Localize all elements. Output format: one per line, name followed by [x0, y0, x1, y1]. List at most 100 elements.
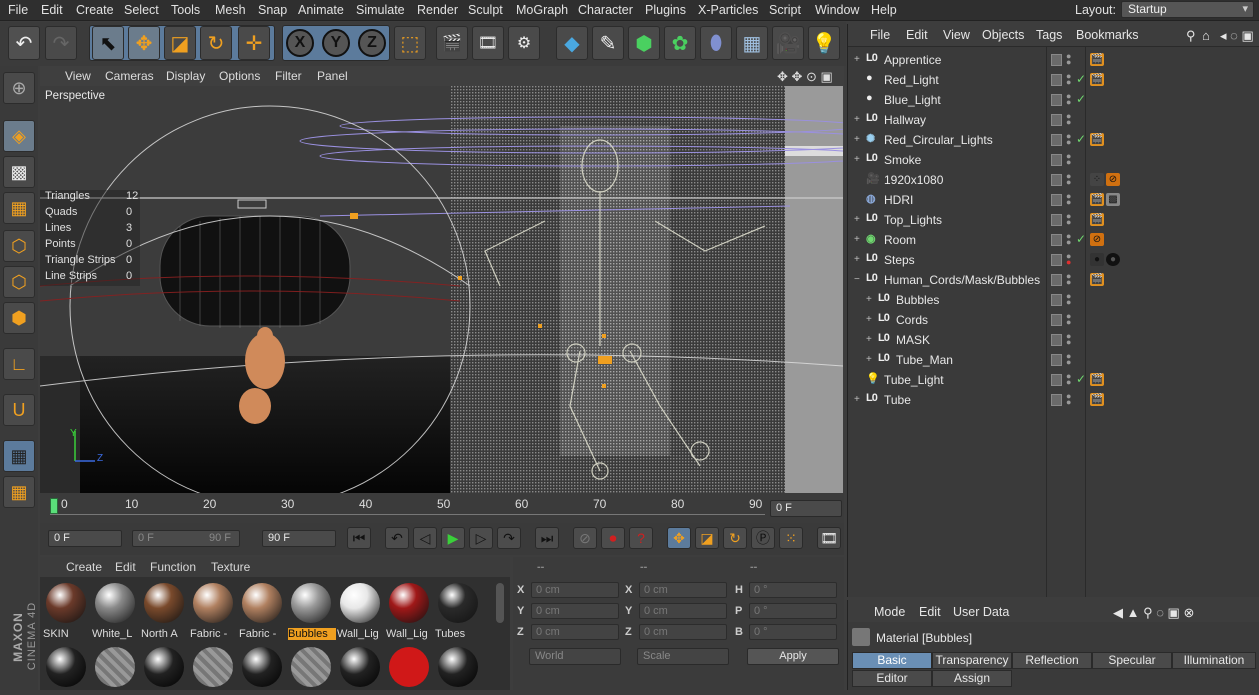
- coord-field[interactable]: 0 cm: [639, 582, 727, 598]
- autokeying-button[interactable]: ⏺: [601, 527, 625, 549]
- start-frame-field[interactable]: 0 F: [48, 530, 122, 547]
- display-tag-icon[interactable]: ⊘: [1106, 173, 1120, 186]
- viewport-menu-filter[interactable]: Filter: [275, 69, 302, 83]
- coord-field[interactable]: 0 cm: [639, 624, 727, 640]
- size-mode-select[interactable]: Scale: [637, 648, 729, 665]
- menu-mograph[interactable]: MoGraph: [516, 3, 568, 17]
- object-row[interactable]: + L0 Tube_Man ● ●: [848, 350, 1259, 370]
- x-axis-button[interactable]: X: [286, 29, 314, 57]
- layer-toggle-icon[interactable]: [1051, 74, 1062, 86]
- object-row[interactable]: ◍ HDRI ● ● 🎬 ▩: [848, 190, 1259, 210]
- object-row[interactable]: + ✺ Red_Circular_Lights ● ● ✓ 🎬: [848, 130, 1259, 150]
- layer-toggle-icon[interactable]: [1051, 54, 1062, 66]
- visibility-dots-icon[interactable]: ● ●: [1066, 92, 1071, 107]
- go-to-start-button[interactable]: ⏮: [347, 527, 371, 549]
- menu-animate[interactable]: Animate: [298, 3, 344, 17]
- enabled-check-icon[interactable]: ✓: [1076, 132, 1086, 146]
- object-row[interactable]: + ◉ Room ● ● ✓ ⊘: [848, 230, 1259, 250]
- coord-field[interactable]: 0 cm: [531, 603, 619, 619]
- render-to-picture-viewer-button[interactable]: 🎞: [472, 26, 504, 60]
- cloner-button[interactable]: ✿: [664, 26, 696, 60]
- perspective-viewport[interactable]: Y Z Perspective Triangles 12 Quads 0 Lin…: [40, 86, 843, 493]
- attr-menu-user-data[interactable]: User Data: [953, 605, 1009, 619]
- expand-toggle-icon[interactable]: −: [854, 274, 864, 285]
- material-swatch[interactable]: White_L: [92, 581, 138, 640]
- obj-menu-view[interactable]: View: [943, 28, 970, 42]
- coord-field[interactable]: 0 cm: [531, 624, 619, 640]
- visibility-dots-icon[interactable]: ● ●: [1066, 232, 1071, 247]
- layer-toggle-icon[interactable]: [1051, 154, 1062, 166]
- end-frame-field[interactable]: 90 F: [262, 530, 336, 547]
- model-mode-button[interactable]: ◈: [3, 120, 35, 152]
- visibility-dots-icon[interactable]: ● ●: [1066, 332, 1071, 347]
- visibility-dots-icon[interactable]: ● ●: [1066, 132, 1071, 147]
- object-row[interactable]: ● Red_Light ● ● ✓ 🎬: [848, 70, 1259, 90]
- layer-toggle-icon[interactable]: [1051, 114, 1062, 126]
- layer-toggle-icon[interactable]: [1051, 234, 1062, 246]
- object-row[interactable]: + L0 Tube ● ● 🎬: [848, 390, 1259, 410]
- enabled-check-icon[interactable]: ✓: [1076, 372, 1086, 386]
- layer-toggle-icon[interactable]: [1051, 134, 1062, 146]
- material-swatch[interactable]: [141, 645, 187, 695]
- apply-button[interactable]: Apply: [747, 648, 839, 665]
- visibility-dots-icon[interactable]: ● ●: [1066, 372, 1071, 387]
- enabled-check-icon[interactable]: ✓: [1076, 72, 1086, 86]
- visibility-dots-icon[interactable]: ● ●: [1066, 52, 1071, 67]
- coord-field[interactable]: 0 °: [749, 603, 837, 619]
- menu-window[interactable]: Window: [815, 3, 859, 17]
- object-row[interactable]: 🎥 1920x1080 ● ● ⁘ ⊘: [848, 170, 1259, 190]
- material-swatch[interactable]: Bubbles: [288, 581, 336, 640]
- material-swatch[interactable]: [43, 645, 89, 695]
- scale-tool-button[interactable]: ◪: [164, 26, 196, 60]
- mat-menu-texture[interactable]: Texture: [211, 560, 250, 574]
- render-tag-icon[interactable]: 🎬: [1090, 273, 1104, 286]
- visibility-dots-icon[interactable]: ● ●: [1066, 212, 1071, 227]
- visibility-dots-icon[interactable]: ● ●: [1066, 252, 1071, 267]
- nav-arrows-icon[interactable]: ◀ ▲ ⚲ ◌ ▣ ⊗: [1113, 605, 1194, 621]
- object-row[interactable]: + L0 Apprentice ● ● 🎬: [848, 50, 1259, 70]
- expand-toggle-icon[interactable]: +: [866, 354, 876, 365]
- camera-object-button[interactable]: 🎥: [772, 26, 804, 60]
- render-tag-icon[interactable]: 🎬: [1090, 393, 1104, 406]
- object-row[interactable]: ● Blue_Light ● ● ✓: [848, 90, 1259, 110]
- layer-toggle-icon[interactable]: [1051, 354, 1062, 366]
- floor-object-button[interactable]: ▦: [736, 26, 768, 60]
- menu-plugins[interactable]: Plugins: [645, 3, 686, 17]
- subdivision-surface-button[interactable]: ⬢: [628, 26, 660, 60]
- points-mode-button[interactable]: ⬡: [3, 230, 35, 262]
- rotate-tool-button[interactable]: ↻: [200, 26, 232, 60]
- spline-pen-button[interactable]: ✎: [592, 26, 624, 60]
- expand-toggle-icon[interactable]: +: [854, 234, 864, 245]
- mat-menu-edit[interactable]: Edit: [115, 560, 136, 574]
- menu-simulate[interactable]: Simulate: [356, 3, 405, 17]
- viewport-menu-options[interactable]: Options: [219, 69, 260, 83]
- visibility-dots-icon[interactable]: ● ●: [1066, 392, 1071, 407]
- mat-menu-function[interactable]: Function: [150, 560, 196, 574]
- expand-toggle-icon[interactable]: +: [866, 294, 876, 305]
- material-swatch[interactable]: Wall_Lig: [337, 581, 383, 640]
- layer-toggle-icon[interactable]: [1051, 314, 1062, 326]
- expand-toggle-icon[interactable]: +: [854, 254, 864, 265]
- material-swatch[interactable]: [239, 645, 285, 695]
- display-tag-icon[interactable]: ⊘: [1090, 233, 1104, 246]
- expand-toggle-icon[interactable]: +: [866, 334, 876, 345]
- render-settings-button[interactable]: ⚙: [508, 26, 540, 60]
- layer-toggle-icon[interactable]: [1051, 214, 1062, 226]
- object-row[interactable]: + L0 Hallway ● ●: [848, 110, 1259, 130]
- expand-toggle-icon[interactable]: +: [854, 394, 864, 405]
- layer-toggle-icon[interactable]: [1051, 254, 1062, 266]
- menu-render[interactable]: Render: [417, 3, 458, 17]
- viewport-menu-panel[interactable]: Panel: [317, 69, 348, 83]
- material-swatch[interactable]: [190, 645, 236, 695]
- menu-x-particles[interactable]: X-Particles: [698, 3, 758, 17]
- obj-menu-objects[interactable]: Objects: [982, 28, 1024, 42]
- attr-menu-mode[interactable]: Mode: [874, 605, 905, 619]
- render-tag-icon[interactable]: 🎬: [1090, 133, 1104, 146]
- light-object-button[interactable]: 💡: [808, 26, 840, 60]
- menu-mesh[interactable]: Mesh: [215, 3, 246, 17]
- enabled-check-icon[interactable]: ✓: [1076, 92, 1086, 106]
- obj-menu-file[interactable]: File: [870, 28, 890, 42]
- edges-mode-button[interactable]: ⬡: [3, 266, 35, 298]
- menu-edit[interactable]: Edit: [41, 3, 63, 17]
- layer-toggle-icon[interactable]: [1051, 194, 1062, 206]
